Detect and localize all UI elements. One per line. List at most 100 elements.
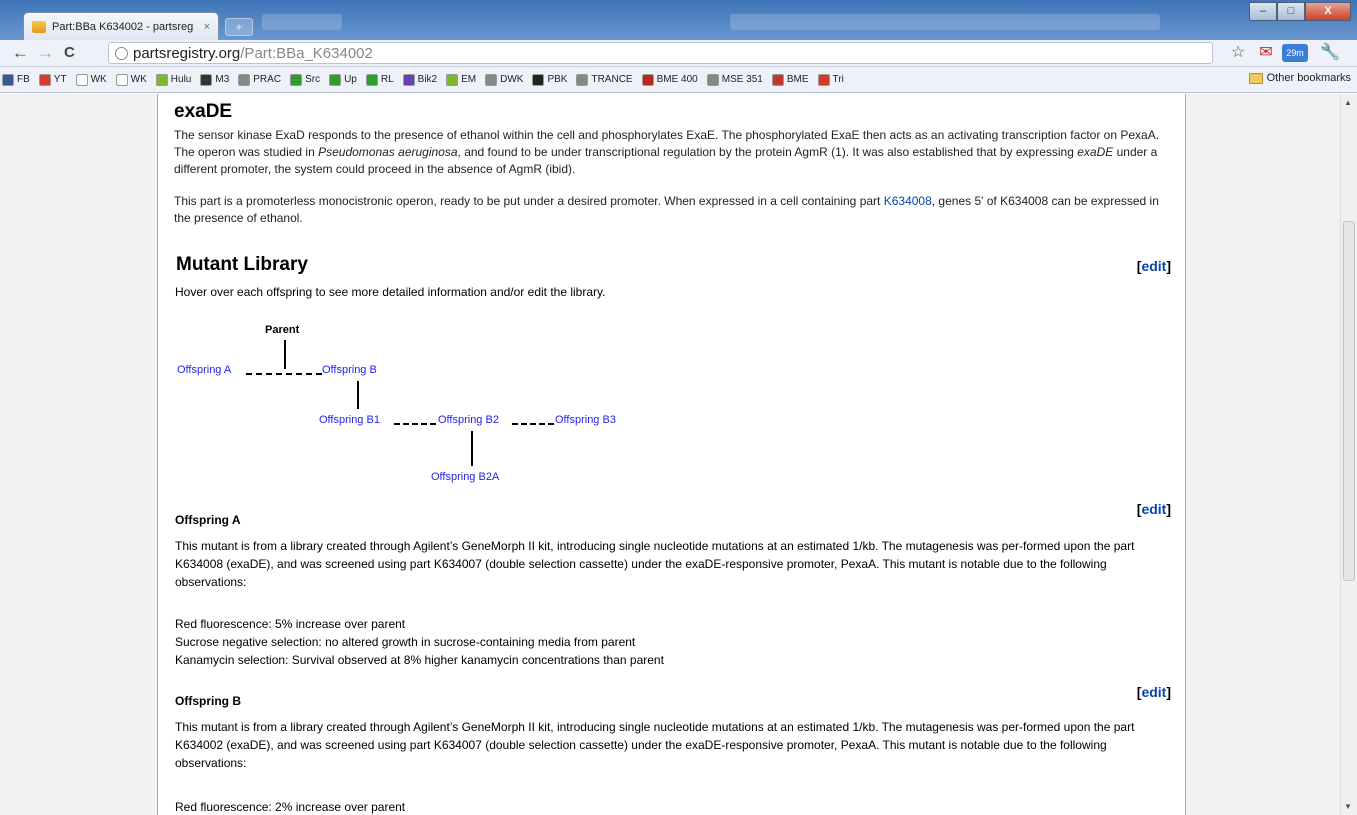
- tree-offspring-b2[interactable]: Offspring B2: [438, 414, 499, 426]
- offspring-a-observation: Sucrose negative selection: no altered g…: [175, 635, 636, 649]
- bookmark-item[interactable]: RL: [365, 73, 394, 86]
- offspring-a-edit: [edit]: [1137, 501, 1171, 517]
- bookmark-favicon-icon: [75, 73, 88, 86]
- edit-library-link[interactable]: edit: [1141, 258, 1166, 274]
- offspring-a-observation: Red fluorescence: 5% increase over paren…: [175, 617, 406, 631]
- maximize-button[interactable]: □: [1277, 2, 1305, 21]
- taskbar-blur: [730, 14, 1160, 30]
- edit-offspring-b-link[interactable]: edit: [1141, 684, 1166, 700]
- bookmark-label: EM: [461, 74, 477, 85]
- bookmark-favicon-icon: [200, 73, 213, 86]
- bookmark-favicon-icon: [115, 73, 128, 86]
- bookmark-label: MSE 351: [721, 74, 763, 85]
- part-title: exaDE: [174, 101, 233, 122]
- bookmark-item[interactable]: EM: [446, 73, 477, 86]
- bookmark-item[interactable]: Src: [290, 73, 320, 86]
- bookmark-favicon-icon: [485, 73, 498, 86]
- back-button[interactable]: ←: [12, 44, 29, 62]
- minimize-button[interactable]: –: [1249, 2, 1277, 21]
- bookmark-item[interactable]: WK: [75, 73, 107, 86]
- tab-title: Part:BBa K634002 - partsreg: [52, 20, 194, 33]
- offspring-a-observation: Kanamycin selection: Survival observed a…: [175, 653, 664, 667]
- tree-offspring-a[interactable]: Offspring A: [177, 364, 231, 376]
- bookmark-label: WK: [130, 74, 147, 85]
- bookmark-favicon-icon: [771, 73, 784, 86]
- bookmark-item[interactable]: WK: [115, 73, 147, 86]
- tree-offspring-b1[interactable]: Offspring B1: [319, 414, 380, 426]
- scroll-up-arrow-icon[interactable]: ▲: [1344, 98, 1352, 107]
- forward-button[interactable]: →: [37, 44, 54, 62]
- bookmark-favicon-icon: [329, 73, 342, 86]
- bookmark-item[interactable]: DWK: [485, 73, 524, 86]
- tree-offspring-b[interactable]: Offspring B: [322, 364, 377, 376]
- taskbar-blur: [262, 14, 342, 30]
- bookmark-item[interactable]: PBK: [532, 73, 568, 86]
- tree-offspring-b2a[interactable]: Offspring B2A: [431, 471, 499, 483]
- other-bookmarks[interactable]: Other bookmarks: [1248, 72, 1351, 84]
- bookmark-favicon-icon: [238, 73, 251, 86]
- calendar-badge-icon[interactable]: 29m: [1282, 44, 1308, 62]
- description-paragraph-2: This part is a promoterless monocistroni…: [174, 193, 1174, 227]
- scroll-down-arrow-icon[interactable]: ▼: [1344, 802, 1352, 811]
- tab-close-icon[interactable]: ×: [204, 21, 210, 33]
- registry-favicon-icon: [32, 20, 46, 33]
- bookmark-label: WK: [90, 74, 107, 85]
- bookmark-label: Tri: [832, 74, 844, 85]
- bookmark-favicon-icon: [2, 73, 14, 86]
- gmail-icon[interactable]: ✉: [1256, 44, 1276, 62]
- new-tab-button[interactable]: +: [225, 18, 253, 36]
- bookmark-label: FB: [17, 74, 30, 85]
- bookmark-label: Hulu: [170, 74, 192, 85]
- part-k634008-link[interactable]: K634008: [884, 194, 932, 208]
- para1-organism: Pseudomonas aeruginosa: [318, 145, 458, 159]
- nav-toolbar: ← → C partsregistry.org/Part:BBa_K634002…: [0, 40, 1357, 67]
- bookmark-item[interactable]: Bik2: [402, 73, 437, 86]
- bookmark-label: PRAC: [253, 74, 282, 85]
- close-window-button[interactable]: X: [1305, 2, 1351, 21]
- bookmark-label: DWK: [500, 74, 524, 85]
- page-viewport: exaDE The sensor kinase ExaD responds to…: [0, 94, 1357, 815]
- wrench-menu-icon[interactable]: 🔧: [1320, 44, 1340, 62]
- bookmark-item[interactable]: Tri: [817, 73, 844, 86]
- window-controls: – □ X: [1249, 2, 1351, 21]
- tree-dashed-connector: [246, 373, 322, 375]
- bookmark-label: PBK: [547, 74, 568, 85]
- edit-offspring-a-link[interactable]: edit: [1141, 501, 1166, 517]
- bracket-close: ]: [1166, 258, 1171, 274]
- bookmark-item[interactable]: BME 400: [641, 73, 698, 86]
- bookmark-favicon-icon: [532, 73, 545, 86]
- content-column: exaDE The sensor kinase ExaD responds to…: [157, 94, 1186, 815]
- url-host: partsregistry.org: [133, 44, 241, 62]
- bookmarks-bar: FB YT WK WK Hulu M3 PRAC Src Up RL Bik2 EM DWK PBK TRA…: [0, 67, 1357, 93]
- bookmark-item[interactable]: Hulu: [155, 73, 192, 86]
- tree-offspring-b3[interactable]: Offspring B3: [555, 414, 616, 426]
- library-edit: [edit]: [1137, 258, 1171, 274]
- bookmark-item[interactable]: Up: [329, 73, 357, 86]
- browser-tab[interactable]: Part:BBa K634002 - partsreg ×: [23, 12, 219, 40]
- bookmark-label: Up: [344, 74, 357, 85]
- bracket-close: ]: [1166, 501, 1171, 517]
- offspring-b-description: This mutant is from a library created th…: [175, 720, 1135, 770]
- vertical-scrollbar[interactable]: ▲ ▼: [1340, 94, 1357, 815]
- bookmark-star-icon[interactable]: ☆: [1228, 44, 1248, 62]
- bookmark-item[interactable]: PRAC: [238, 73, 282, 86]
- scroll-thumb[interactable]: [1343, 221, 1355, 581]
- tree-connector: [471, 431, 473, 466]
- bookmark-favicon-icon: [706, 73, 719, 86]
- bookmark-item[interactable]: MSE 351: [706, 73, 763, 86]
- bookmark-item[interactable]: FB: [2, 73, 30, 86]
- reload-button[interactable]: C: [64, 44, 75, 62]
- folder-icon: [1248, 72, 1263, 84]
- bookmark-favicon-icon: [365, 73, 378, 86]
- page-info-icon[interactable]: [115, 46, 128, 60]
- bookmark-item[interactable]: YT: [38, 73, 67, 86]
- para1-text-b: , and found to be under transcriptional …: [457, 145, 1078, 159]
- bookmark-favicon-icon: [446, 73, 459, 86]
- bookmark-label: BME 400: [656, 74, 698, 85]
- bookmark-item[interactable]: TRANCE: [576, 73, 633, 86]
- address-bar[interactable]: partsregistry.org/Part:BBa_K634002: [108, 42, 1213, 64]
- bookmark-label: BME: [786, 74, 809, 85]
- bookmark-favicon-icon: [290, 73, 303, 86]
- bookmark-item[interactable]: BME: [771, 73, 809, 86]
- bookmark-item[interactable]: M3: [200, 73, 229, 86]
